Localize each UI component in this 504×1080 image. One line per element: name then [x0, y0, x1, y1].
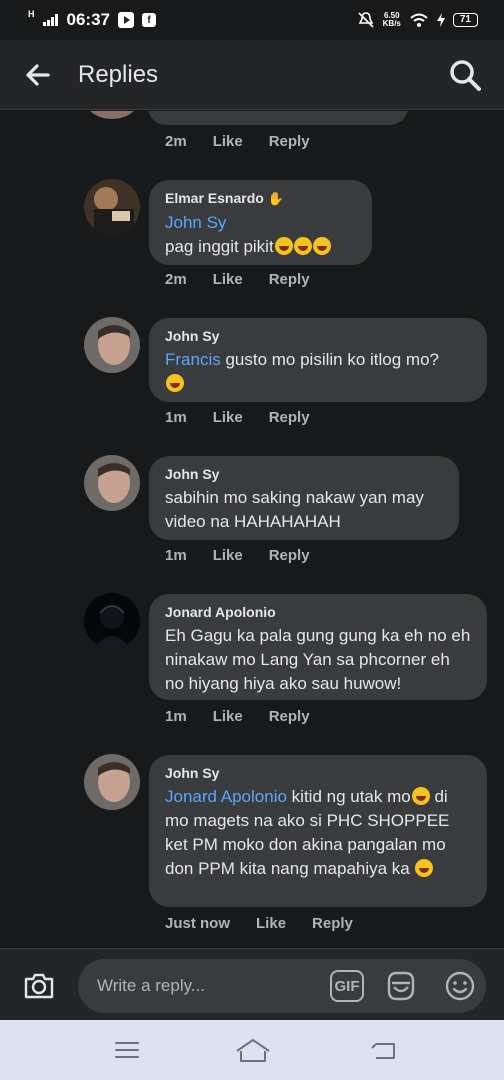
commenter-name[interactable]: Jonard Apolonio — [165, 604, 471, 620]
avatar[interactable] — [84, 754, 140, 810]
laughing-emoji-icon — [293, 237, 312, 255]
comment-bubble[interactable]: Elmar Esnardo ✋ John Sy pag inggit pikit — [149, 180, 372, 265]
comment-actions: 1m Like Reply — [165, 547, 336, 564]
comment-actions: Just now Like Reply — [165, 915, 379, 932]
mute-icon — [358, 12, 374, 28]
system-nav-bar — [0, 1020, 504, 1080]
laughing-emoji-icon — [312, 237, 331, 255]
reply-button[interactable]: Reply — [269, 409, 310, 426]
sticker-icon[interactable] — [384, 969, 418, 1003]
comment-text: sabihin mo saking nakaw yan may video na… — [165, 488, 424, 531]
network-type: H — [28, 9, 35, 19]
status-right: 6.50 KB/s 71 — [357, 11, 478, 29]
gif-button[interactable]: GIF — [330, 970, 364, 1002]
laughing-emoji-icon — [411, 787, 430, 805]
battery-level: 71 — [452, 13, 478, 27]
menu-icon[interactable] — [114, 1040, 140, 1060]
app-bar: Replies — [0, 40, 504, 110]
avatar[interactable] — [86, 111, 138, 119]
comment-time: 2m — [165, 133, 187, 150]
comment-body: pag inggit pikit — [165, 237, 274, 256]
page-title: Replies — [78, 60, 159, 88]
comment-bubble-partial — [148, 111, 408, 125]
speed-unit: KB/s — [382, 19, 401, 28]
reply-button[interactable]: Reply — [269, 708, 310, 725]
comment-bubble[interactable]: John Sy sabihin mo saking nakaw yan may … — [149, 456, 459, 540]
replies-thread[interactable]: 2m Like Reply Elmar Esnardo ✋ John Sy pa… — [0, 111, 504, 948]
back-arrow-icon[interactable] — [24, 61, 52, 89]
like-button[interactable]: Like — [213, 409, 243, 426]
status-bar: H 06:37 f 6.50 KB/s 71 — [0, 0, 504, 40]
mention-link[interactable]: Jonard Apolonio — [165, 787, 287, 806]
status-left: H 06:37 f — [28, 9, 156, 30]
wifi-icon — [410, 13, 428, 27]
commenter-name[interactable]: John Sy — [165, 765, 471, 781]
commenter-name[interactable]: John Sy — [165, 466, 443, 482]
reply-button[interactable]: Reply — [269, 271, 310, 288]
facebook-icon: f — [141, 13, 156, 27]
avatar[interactable] — [84, 317, 140, 373]
clock: 06:37 — [66, 10, 110, 29]
avatar[interactable] — [84, 179, 140, 235]
comment-actions: 2m Like Reply — [165, 133, 336, 150]
reply-input[interactable] — [95, 975, 319, 997]
like-button[interactable]: Like — [213, 271, 243, 288]
comment-actions: 1m Like Reply — [165, 708, 336, 725]
mention-link[interactable]: Francis — [165, 350, 221, 369]
laughing-emoji-icon — [166, 374, 184, 392]
reply-button[interactable]: Reply — [269, 133, 310, 150]
like-button[interactable]: Like — [213, 708, 243, 725]
comment-body: kitid ng utak mo — [286, 787, 411, 806]
comment-body: gusto mo pisilin ko itlog mo? — [220, 350, 440, 369]
like-button[interactable]: Like — [256, 915, 286, 932]
home-icon[interactable] — [234, 1037, 272, 1065]
network-speed: 6.50 KB/s — [383, 12, 401, 28]
play-icon — [117, 12, 134, 28]
camera-icon[interactable] — [22, 969, 56, 1003]
reply-composer: GIF — [0, 948, 504, 1020]
avatar[interactable] — [84, 455, 140, 511]
comment-actions: 2m Like Reply — [165, 271, 336, 288]
laughing-emoji-icon — [274, 237, 293, 255]
commenter-name[interactable]: John Sy — [165, 328, 471, 344]
like-button[interactable]: Like — [213, 133, 243, 150]
laughing-emoji-icon — [415, 859, 434, 877]
mention-link[interactable]: John Sy — [165, 211, 356, 235]
reply-button[interactable]: Reply — [312, 915, 353, 932]
comment-bubble[interactable]: Jonard Apolonio Eh Gagu ka pala gung gun… — [149, 594, 487, 700]
reply-button[interactable]: Reply — [269, 547, 310, 564]
avatar[interactable] — [84, 593, 140, 649]
comment-bubble[interactable]: John Sy Jonard Apolonio kitid ng utak mo… — [149, 755, 487, 907]
comment-time: Just now — [165, 915, 231, 932]
waving-hand-icon: ✋ — [267, 191, 284, 206]
charging-icon — [436, 13, 445, 27]
smiley-icon[interactable] — [443, 969, 477, 1003]
reply-input-container[interactable]: GIF — [78, 959, 486, 1013]
comment-text: Francis gusto mo pisilin ko itlog mo? — [165, 348, 471, 396]
comment-text: Jonard Apolonio kitid ng utak mo di mo m… — [165, 785, 471, 881]
comment-time: 1m — [165, 409, 187, 426]
comment-text: Eh Gagu ka pala gung gung ka eh no eh ni… — [165, 626, 471, 693]
like-button[interactable]: Like — [213, 547, 243, 564]
signal-icon — [42, 14, 58, 26]
comment-text: John Sy pag inggit pikit — [165, 211, 356, 259]
comment-bubble[interactable]: John Sy Francis gusto mo pisilin ko itlo… — [149, 318, 487, 402]
comment-time: 2m — [165, 271, 187, 288]
search-icon[interactable] — [448, 58, 482, 92]
comment-time: 1m — [165, 547, 187, 564]
comment-time: 1m — [165, 708, 187, 725]
comment-actions: 1m Like Reply — [165, 409, 336, 426]
commenter-name[interactable]: Elmar Esnardo ✋ — [165, 190, 356, 207]
back-icon[interactable] — [370, 1040, 398, 1062]
